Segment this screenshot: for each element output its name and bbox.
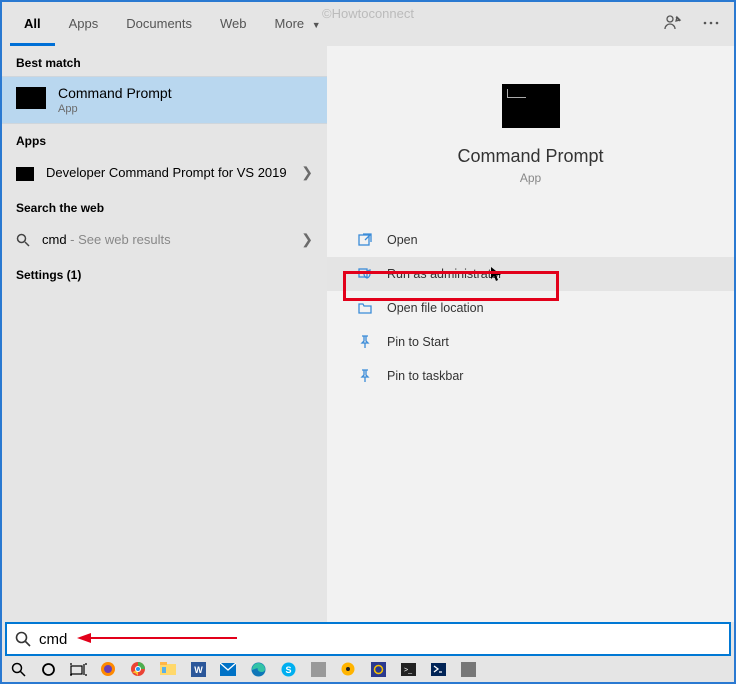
open-icon (357, 232, 373, 248)
taskbar-app-icon[interactable] (308, 659, 328, 679)
web-result-item[interactable]: cmd - See web results ❯ (2, 221, 327, 258)
chevron-down-icon: ▼ (312, 20, 321, 30)
chevron-right-icon[interactable]: ❯ (301, 231, 313, 248)
results-split: Best match Command Prompt App Apps Devel… (2, 46, 734, 622)
command-prompt-icon (502, 84, 560, 128)
web-result-label: cmd - See web results (42, 232, 289, 247)
preview-hero: Command Prompt App (327, 46, 734, 207)
taskbar-terminal-icon[interactable]: >_ (398, 659, 418, 679)
best-match-item[interactable]: Command Prompt App (2, 76, 327, 124)
tab-documents[interactable]: Documents (112, 2, 206, 46)
svg-text:W: W (194, 665, 203, 675)
shield-icon (357, 266, 373, 282)
preview-subtitle: App (520, 171, 541, 185)
section-settings: Settings (1) (2, 258, 327, 288)
pin-icon (357, 334, 373, 350)
svg-text:>_: >_ (404, 667, 412, 674)
tab-web[interactable]: Web (206, 2, 261, 46)
taskbar-edge-icon[interactable] (248, 659, 268, 679)
preview-title: Command Prompt (457, 146, 603, 167)
svg-text:S: S (285, 665, 291, 675)
action-open-file-location[interactable]: Open file location (327, 291, 734, 325)
taskbar: W S >_ (2, 656, 734, 682)
taskbar-cortana-icon[interactable] (38, 659, 58, 679)
tab-more-label: More (275, 16, 305, 31)
tab-all[interactable]: All (10, 2, 55, 46)
app-result-item[interactable]: Developer Command Prompt for VS 2019 ❯ (2, 154, 327, 191)
taskbar-taskview-icon[interactable] (68, 659, 88, 679)
feedback-icon[interactable] (660, 10, 686, 36)
best-match-title: Command Prompt (58, 85, 172, 101)
command-prompt-icon (16, 87, 46, 109)
action-label: Pin to Start (387, 335, 449, 349)
tab-apps[interactable]: Apps (55, 2, 113, 46)
action-run-as-administrator[interactable]: Run as administrator (327, 257, 734, 291)
search-input[interactable] (39, 631, 721, 648)
action-label: Pin to taskbar (387, 369, 463, 383)
web-result-suffix: - See web results (67, 232, 171, 247)
best-match-text: Command Prompt App (58, 85, 172, 115)
app-result-label: Developer Command Prompt for VS 2019 (46, 165, 289, 180)
section-search-web: Search the web (2, 191, 327, 221)
taskbar-mail-icon[interactable] (218, 659, 238, 679)
action-pin-to-start[interactable]: Pin to Start (327, 325, 734, 359)
folder-icon (357, 300, 373, 316)
command-prompt-icon (16, 167, 34, 181)
taskbar-word-icon[interactable]: W (188, 659, 208, 679)
search-box[interactable] (5, 622, 731, 656)
chevron-right-icon[interactable]: ❯ (301, 164, 313, 181)
results-list: Best match Command Prompt App Apps Devel… (2, 46, 327, 622)
best-match-subtitle: App (58, 103, 172, 115)
preview-pane: Command Prompt App Open Run as administr… (327, 46, 734, 622)
pin-icon (357, 368, 373, 384)
action-open[interactable]: Open (327, 223, 734, 257)
search-icon (15, 631, 31, 647)
watermark-text: ©Howtoconnect (322, 6, 414, 21)
web-result-prefix: cmd (42, 232, 67, 247)
taskbar-search-icon[interactable] (8, 659, 28, 679)
taskbar-explorer-icon[interactable] (158, 659, 178, 679)
taskbar-firefox-icon[interactable] (98, 659, 118, 679)
header-actions (660, 10, 724, 36)
cursor-icon (490, 266, 502, 282)
more-options-icon[interactable] (698, 10, 724, 36)
action-label: Open file location (387, 301, 484, 315)
section-apps: Apps (2, 124, 327, 154)
taskbar-app-icon[interactable] (458, 659, 478, 679)
action-label: Open (387, 233, 418, 247)
taskbar-skype-icon[interactable]: S (278, 659, 298, 679)
taskbar-app-icon[interactable] (368, 659, 388, 679)
action-pin-to-taskbar[interactable]: Pin to taskbar (327, 359, 734, 393)
taskbar-chrome-icon[interactable] (128, 659, 148, 679)
taskbar-vlc-icon[interactable] (338, 659, 358, 679)
action-label: Run as administrator (387, 267, 502, 281)
taskbar-powershell-icon[interactable] (428, 659, 448, 679)
action-list: Open Run as administrator Open file loca… (327, 223, 734, 393)
section-best-match: Best match (2, 46, 327, 76)
search-icon (16, 233, 30, 247)
